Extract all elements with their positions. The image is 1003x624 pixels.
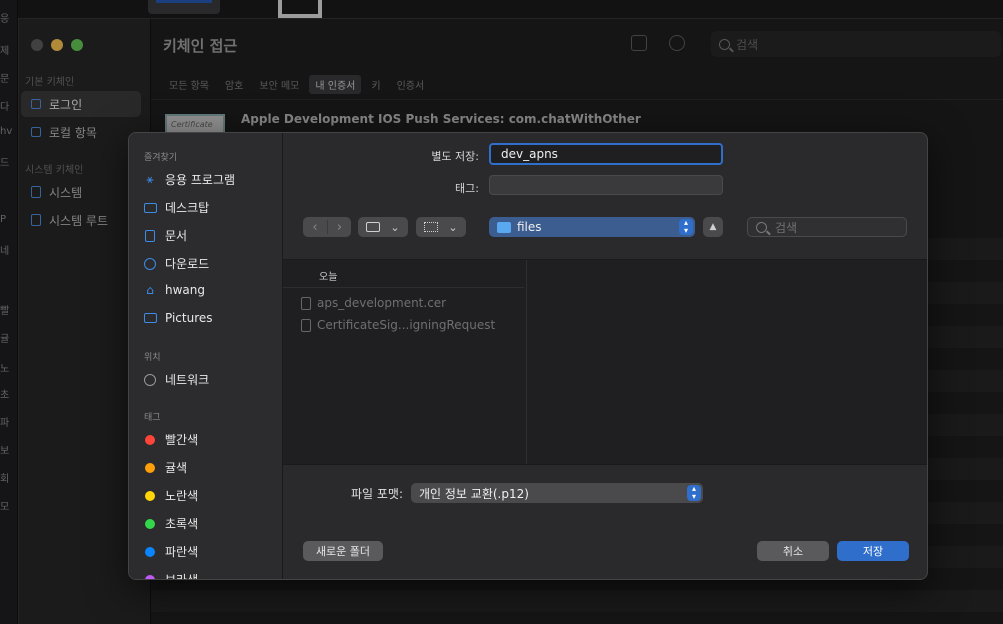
file-icon bbox=[301, 318, 311, 332]
sidebar-item-documents[interactable]: 문서 bbox=[143, 227, 187, 244]
favorites-section-label: 즐겨찾기 bbox=[144, 153, 178, 163]
tag-dot-icon bbox=[145, 490, 155, 501]
tag-dot-icon bbox=[145, 518, 155, 529]
collapse-button[interactable]: ▲ bbox=[703, 217, 723, 237]
tag-dot-icon bbox=[145, 462, 155, 473]
document-icon bbox=[143, 229, 157, 242]
tags-label: 태그: bbox=[455, 182, 479, 195]
sidebar-item-label: 다운로드 bbox=[165, 257, 210, 271]
file-name: aps_development.cer bbox=[317, 296, 447, 310]
download-icon bbox=[143, 257, 157, 270]
updown-chevron-icon: ▴ ▾ bbox=[687, 485, 701, 501]
sidebar-item-label: 문서 bbox=[165, 229, 188, 243]
back-arrow-icon[interactable]: ‹ bbox=[303, 220, 327, 235]
tag-dot-icon bbox=[145, 434, 155, 445]
dialog-search-field[interactable]: 검색 bbox=[747, 217, 907, 237]
chevron-down-icon: ⌄ bbox=[448, 220, 458, 234]
sidebar-item-label: 노란색 bbox=[165, 489, 199, 503]
sidebar-item-label: 파란색 bbox=[165, 545, 199, 559]
sidebar-item-label: 보라색 bbox=[165, 573, 199, 580]
sidebar-item-label: Pictures bbox=[165, 311, 213, 325]
sidebar-item-label: 빨간색 bbox=[165, 433, 199, 447]
tags-section-label: 태그 bbox=[144, 413, 161, 423]
sidebar-item-label: 응용 프로그램 bbox=[165, 173, 236, 187]
save-button[interactable]: 저장 bbox=[837, 541, 909, 561]
sidebar-tag-blue[interactable]: 파란색 bbox=[143, 543, 198, 560]
group-mode-button[interactable]: ⌄ bbox=[416, 217, 466, 237]
sidebar-item-network[interactable]: 네트워크 bbox=[143, 371, 209, 388]
sidebar-tag-red[interactable]: 빨간색 bbox=[143, 431, 198, 448]
cancel-button[interactable]: 취소 bbox=[757, 541, 829, 561]
save-as-field[interactable] bbox=[489, 143, 723, 165]
file-item[interactable]: CertificateSig...igningRequest bbox=[301, 318, 495, 332]
sidebar-tag-purple[interactable]: 보라색 bbox=[143, 571, 199, 580]
file-format-popup[interactable]: 개인 정보 교환(.p12) ▴ ▾ bbox=[411, 483, 703, 503]
sidebar-item-label: 귤색 bbox=[165, 461, 188, 475]
sidebar-tag-yellow[interactable]: 노란색 bbox=[143, 487, 198, 504]
columns-view-icon bbox=[366, 222, 381, 232]
locations-section-label: 위치 bbox=[144, 353, 161, 363]
location-popup[interactable]: files ▴ ▾ bbox=[489, 217, 695, 237]
sidebar-item-downloads[interactable]: 다운로드 bbox=[143, 255, 209, 272]
sidebar-item-label: 초록색 bbox=[165, 517, 199, 531]
file-format-label: 파일 포맷: bbox=[351, 487, 404, 501]
file-item[interactable]: aps_development.cer bbox=[301, 296, 446, 310]
save-dialog: 즐겨찾기 ⚹ 응용 프로그램 데스크탑 문서 다운로드 ⌂ hwang Pict… bbox=[128, 132, 928, 580]
view-mode-button[interactable]: ⌄ bbox=[358, 217, 408, 237]
sidebar-item-home[interactable]: ⌂ hwang bbox=[143, 283, 205, 297]
tag-dot-icon bbox=[145, 574, 155, 579]
globe-icon bbox=[143, 373, 157, 386]
sidebar-item-applications[interactable]: ⚹ 응용 프로그램 bbox=[143, 171, 235, 188]
pictures-icon bbox=[143, 312, 157, 324]
home-icon: ⌂ bbox=[146, 283, 154, 297]
browser-column: 오늘 aps_development.cer CertificateSig...… bbox=[283, 260, 527, 464]
file-icon bbox=[301, 296, 311, 310]
tags-field[interactable] bbox=[489, 175, 723, 195]
file-browser: 오늘 aps_development.cer CertificateSig...… bbox=[283, 259, 927, 465]
sidebar-tag-orange[interactable]: 귤색 bbox=[143, 459, 187, 476]
chevron-down-icon: ⌄ bbox=[390, 220, 400, 234]
sidebar-item-label: 네트워크 bbox=[165, 373, 210, 387]
save-dialog-sidebar: 즐겨찾기 ⚹ 응용 프로그램 데스크탑 문서 다운로드 ⌂ hwang Pict… bbox=[129, 133, 283, 579]
save-as-label: 별도 저장: bbox=[431, 150, 479, 163]
nav-back-forward: ‹ › bbox=[303, 217, 351, 237]
sidebar-tag-green[interactable]: 초록색 bbox=[143, 515, 198, 532]
folder-icon bbox=[497, 221, 511, 233]
file-name: CertificateSig...igningRequest bbox=[317, 318, 496, 332]
updown-chevron-icon: ▴ ▾ bbox=[679, 219, 693, 235]
sidebar-item-label: hwang bbox=[165, 283, 205, 297]
sidebar-item-label: 데스크탑 bbox=[165, 201, 210, 215]
desktop-icon bbox=[143, 202, 157, 214]
sidebar-item-desktop[interactable]: 데스크탑 bbox=[143, 199, 209, 216]
tag-dot-icon bbox=[145, 546, 155, 557]
search-icon bbox=[756, 221, 767, 233]
sidebar-item-pictures[interactable]: Pictures bbox=[143, 311, 213, 325]
save-dialog-main: 별도 저장: 태그: ‹ › ⌄ ⌄ files ▴▾ ▲ 검색 bbox=[283, 133, 927, 579]
search-placeholder: 검색 bbox=[775, 220, 798, 235]
file-format-value: 개인 정보 교환(.p12) bbox=[419, 486, 529, 501]
new-folder-button[interactable]: 새로운 폴더 bbox=[303, 541, 383, 561]
grid-view-icon bbox=[424, 222, 439, 232]
column-header: 오늘 bbox=[319, 272, 338, 283]
apps-icon: ⚹ bbox=[146, 172, 154, 186]
location-label: files bbox=[517, 220, 542, 234]
forward-arrow-icon[interactable]: › bbox=[328, 220, 351, 235]
chevron-up-icon: ▲ bbox=[709, 222, 717, 232]
